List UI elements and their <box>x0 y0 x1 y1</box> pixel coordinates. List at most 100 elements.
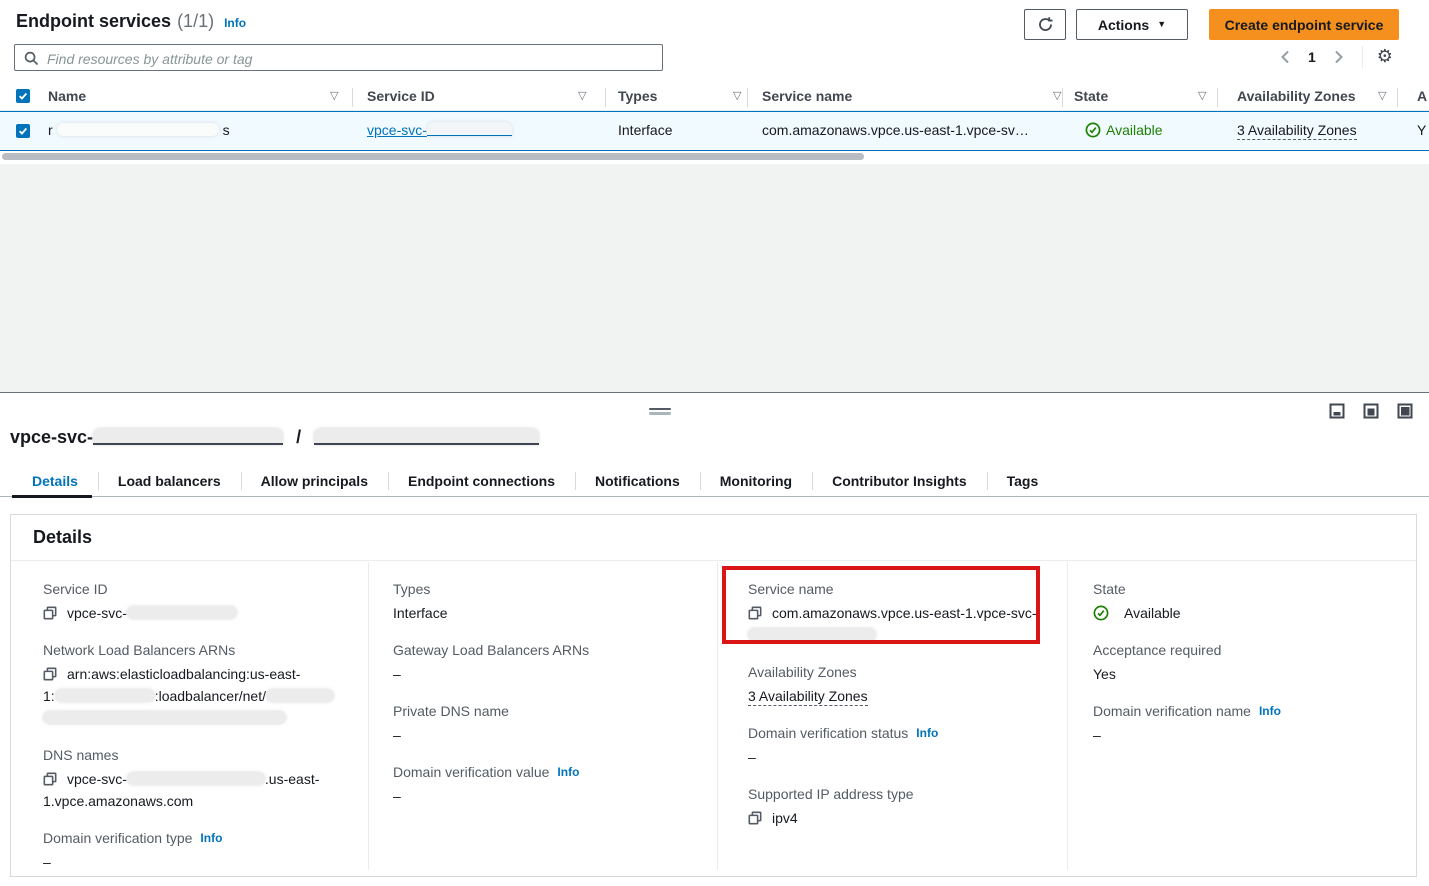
resource-counter: (1/1) <box>177 11 214 32</box>
tab-contributor-insights[interactable]: Contributor Insights <box>812 465 987 496</box>
field-value: – <box>393 785 713 807</box>
actions-button[interactable]: Actions ▼ <box>1076 9 1188 40</box>
scrollbar-thumb[interactable] <box>2 153 864 160</box>
search-input[interactable] <box>45 46 649 71</box>
tab-load-balancers[interactable]: Load balancers <box>98 465 241 496</box>
redacted-text <box>314 428 539 445</box>
search-box <box>14 44 663 71</box>
redacted-text <box>127 606 237 619</box>
previous-page-button[interactable] <box>1276 48 1294 66</box>
create-endpoint-service-button[interactable]: Create endpoint service <box>1209 9 1399 40</box>
details-card: Details Service ID vpce-svc- Network Loa… <box>10 514 1417 877</box>
details-column-4: State Available Acceptance required Yes … <box>1093 578 1413 761</box>
row-checkbox[interactable] <box>16 124 30 138</box>
redacted-text <box>57 123 219 136</box>
endpoint-services-page: Endpoint services (1/1) Info Actions ▼ C… <box>0 0 1429 886</box>
copy-icon[interactable] <box>43 772 57 786</box>
pagination: 1 ⚙ <box>1276 46 1393 68</box>
table-row[interactable]: rs vpce-svc- Interface com.amazonaws.vpc… <box>0 111 1429 151</box>
tab-allow-principals[interactable]: Allow principals <box>241 465 388 496</box>
column-divider <box>717 562 718 870</box>
select-all-checkbox[interactable] <box>16 89 30 103</box>
field-label: DNS names <box>43 744 361 766</box>
field-nlb-arns: Network Load Balancers ARNs arn:aws:elas… <box>43 639 361 729</box>
field-label: Supported IP address type <box>748 783 1048 805</box>
panel-size-large-icon[interactable] <box>1397 403 1413 419</box>
info-link[interactable]: Info <box>200 831 222 845</box>
table-section: Endpoint services (1/1) Info Actions ▼ C… <box>0 0 1429 164</box>
check-icon <box>18 126 28 136</box>
filter-icon[interactable]: ▽ <box>1378 89 1386 102</box>
actions-button-label: Actions <box>1098 17 1149 33</box>
next-page-button[interactable] <box>1330 48 1348 66</box>
details-column-3: Service name com.amazonaws.vpce.us-east-… <box>748 578 1048 844</box>
field-service-name: Service name com.amazonaws.vpce.us-east-… <box>748 578 1048 646</box>
cell-state: Available <box>1085 122 1163 138</box>
tab-details[interactable]: Details <box>12 465 98 496</box>
info-link[interactable]: Info <box>1259 704 1281 718</box>
column-header-types[interactable]: Types <box>618 88 657 104</box>
tab-endpoint-connections[interactable]: Endpoint connections <box>388 465 575 496</box>
filter-icon[interactable]: ▽ <box>733 89 741 102</box>
tab-notifications[interactable]: Notifications <box>575 465 700 496</box>
redacted-text <box>748 628 876 641</box>
field-value: vpce-svc- <box>43 602 361 624</box>
filter-icon[interactable]: ▽ <box>330 89 338 102</box>
caret-down-icon: ▼ <box>1157 20 1166 29</box>
redacted-text <box>55 689 155 702</box>
copy-icon[interactable] <box>43 606 57 620</box>
field-label: Gateway Load Balancers ARNs <box>393 639 713 661</box>
status-available-icon <box>1085 122 1101 138</box>
tab-monitoring[interactable]: Monitoring <box>700 465 812 496</box>
column-divider <box>1397 88 1398 107</box>
chevron-right-icon <box>1333 50 1345 64</box>
horizontal-scrollbar <box>0 152 1429 161</box>
cell-name: rs <box>48 122 230 138</box>
filter-icon[interactable]: ▽ <box>578 89 586 102</box>
page-title: Endpoint services <box>16 11 171 32</box>
cell-service-id-link[interactable]: vpce-svc- <box>367 122 512 138</box>
column-header-truncated[interactable]: A <box>1417 88 1427 104</box>
tab-tags[interactable]: Tags <box>987 465 1059 496</box>
field-glb-arns: Gateway Load Balancers ARNs – <box>393 639 713 685</box>
check-icon <box>18 91 28 101</box>
field-domain-verification-status: Domain verification statusInfo – <box>748 722 1048 768</box>
panel-drag-handle[interactable] <box>649 408 671 415</box>
field-label: Service name <box>748 578 1048 600</box>
preferences-gear-icon[interactable]: ⚙ <box>1377 48 1393 66</box>
current-page[interactable]: 1 <box>1308 49 1316 65</box>
field-label: Service ID <box>43 578 361 600</box>
info-link[interactable]: Info <box>557 765 579 779</box>
field-value: Interface <box>393 602 713 624</box>
panel-size-small-icon[interactable] <box>1329 403 1345 419</box>
cell-availability-zones[interactable]: 3 Availability Zones <box>1237 122 1357 138</box>
column-header-availability-zones[interactable]: Availability Zones <box>1237 88 1356 104</box>
redacted-text <box>266 689 334 702</box>
panel-size-controls <box>1329 403 1413 419</box>
filter-icon[interactable]: ▽ <box>1198 89 1206 102</box>
field-label: Domain verification valueInfo <box>393 761 713 783</box>
field-types: Types Interface <box>393 578 713 624</box>
copy-icon[interactable] <box>748 606 762 620</box>
tabs-bar: Details Load balancers Allow principals … <box>0 465 1429 497</box>
field-value: Available <box>1093 602 1181 624</box>
refresh-button[interactable] <box>1024 9 1066 40</box>
column-header-name[interactable]: Name <box>48 88 86 104</box>
redacted-text <box>93 428 283 445</box>
copy-icon[interactable] <box>43 667 57 681</box>
search-icon <box>24 51 39 66</box>
copy-icon[interactable] <box>748 811 762 825</box>
column-header-service-name[interactable]: Service name <box>762 88 852 104</box>
column-header-state[interactable]: State <box>1074 88 1108 104</box>
field-label: Domain verification typeInfo <box>43 827 361 849</box>
header-info-link[interactable]: Info <box>224 16 246 30</box>
column-header-service-id[interactable]: Service ID <box>367 88 435 104</box>
field-value[interactable]: 3 Availability Zones <box>748 685 1048 707</box>
field-dns-names: DNS names vpce-svc-.us-east- 1.vpce.amaz… <box>43 744 361 812</box>
filter-icon[interactable]: ▽ <box>1053 89 1061 102</box>
field-value: – <box>393 663 713 685</box>
info-link[interactable]: Info <box>916 726 938 740</box>
field-label: Types <box>393 578 713 600</box>
table-header: Name ▽ Service ID ▽ Types ▽ Service name… <box>0 85 1429 111</box>
panel-size-medium-icon[interactable] <box>1363 403 1379 419</box>
